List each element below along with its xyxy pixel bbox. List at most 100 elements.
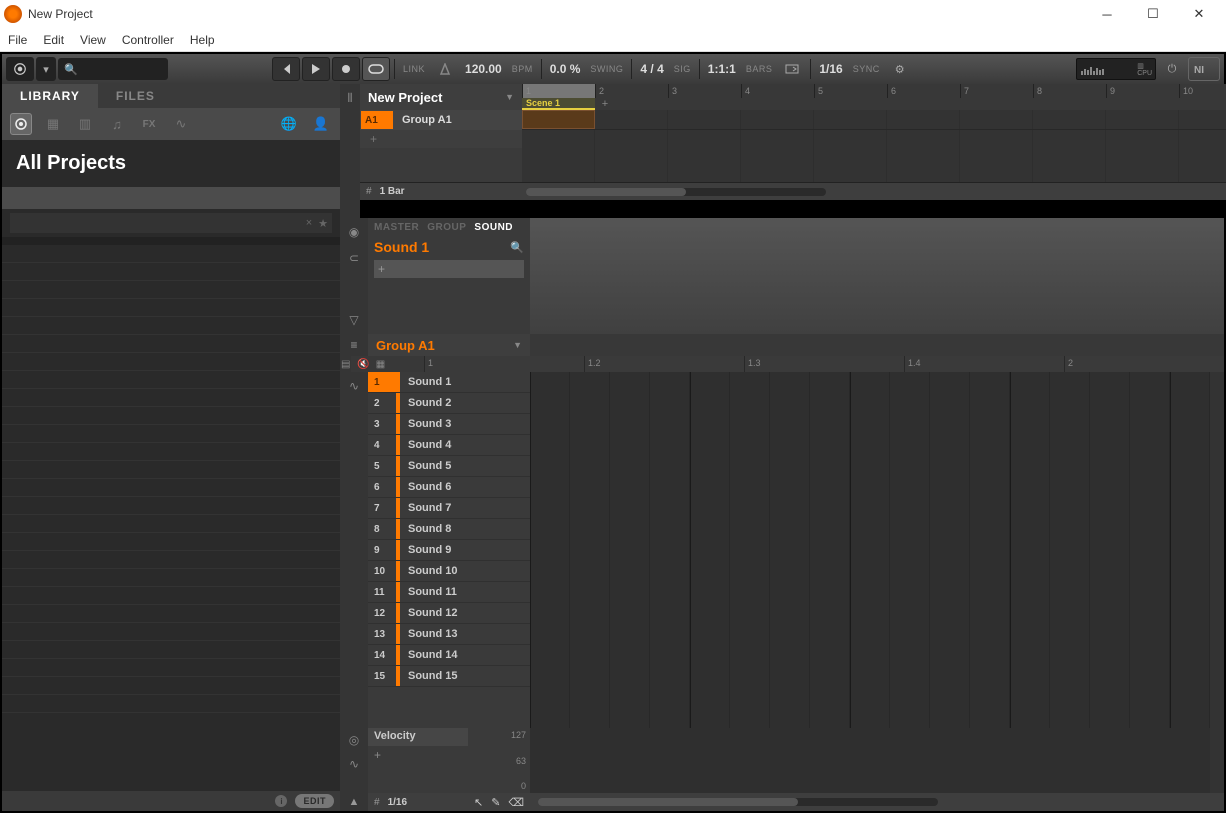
sound-row[interactable]: 14Sound 14 [368,645,530,666]
follow-button[interactable] [778,57,806,81]
pattern-grid-icon[interactable]: # [374,797,380,808]
sound-row[interactable]: 2Sound 2 [368,393,530,414]
mute-icon[interactable]: 🔇 [357,359,369,370]
add-plugin-button[interactable]: + [374,260,524,278]
plugin-power-icon[interactable]: ◉ [344,222,364,242]
tab-sound[interactable]: SOUND [474,222,513,233]
sound-row[interactable]: 10Sound 10 [368,561,530,582]
browser-projects-icon[interactable] [10,113,32,135]
menu-file[interactable]: File [8,33,27,47]
project-dropdown-icon[interactable]: ▼ [505,92,514,102]
menu-view[interactable]: View [80,33,106,47]
window-close-button[interactable]: ✕ [1176,0,1222,28]
info-button[interactable]: i [275,795,287,807]
pattern-view-pad-icon[interactable]: ▤ [340,356,351,372]
velocity-automation-icon[interactable]: ∿ [344,754,364,774]
tab-files[interactable]: FILES [98,84,173,108]
pad-view-icon[interactable]: ▦ [376,359,385,370]
browser-groups-icon[interactable]: ▦ [42,113,64,135]
menu-help[interactable]: Help [190,33,215,47]
record-button[interactable] [332,57,360,81]
plugin-collapse-icon[interactable]: ▽ [344,310,364,330]
browser-sounds-icon[interactable]: ▥ [74,113,96,135]
grid-value[interactable]: 1/16 [815,62,846,76]
loop-button[interactable] [362,57,390,81]
maschine-logo-button[interactable] [6,57,34,81]
arranger-zoom-scrollbar[interactable] [522,183,1226,200]
pattern-grid-value[interactable]: 1/16 [388,797,407,808]
pattern-grid[interactable] [530,372,1210,728]
add-modulation-button[interactable]: + [368,746,530,764]
bpm-value[interactable]: 120.00 [461,62,506,76]
sound-browse-icon[interactable]: 🔍 [510,241,524,254]
velocity-label[interactable]: Velocity [368,728,468,746]
grid-icon[interactable]: # [366,186,372,197]
sound-row[interactable]: 9Sound 9 [368,540,530,561]
dropdown-button[interactable]: ▾ [36,57,56,81]
metronome-button[interactable] [431,57,459,81]
tab-library[interactable]: LIBRARY [2,84,98,108]
sound-row[interactable]: 11Sound 11 [368,582,530,603]
clear-filter-icon[interactable]: × [306,217,312,229]
sound-row[interactable]: 4Sound 4 [368,435,530,456]
pattern-view-list-icon[interactable]: ≡ [340,334,368,356]
pattern-ruler[interactable]: 1 1.2 1.3 1.4 2 [424,356,1224,372]
browser-user-icon[interactable]: 👤 [310,113,332,135]
group-row-a1[interactable]: A1 Group A1 [360,110,522,130]
swing-value[interactable]: 0.0 % [546,62,585,76]
plugin-channel-icon[interactable]: ⊂ [344,248,364,268]
sound-row[interactable]: 6Sound 6 [368,477,530,498]
window-maximize-button[interactable]: ☐ [1130,0,1176,28]
sound-row[interactable]: 5Sound 5 [368,456,530,477]
tab-group[interactable]: GROUP [427,222,466,233]
edit-button[interactable]: EDIT [295,794,334,808]
pattern-group-header[interactable]: Group A1 ▼ [368,334,530,356]
arranger-view-icon[interactable]: ⫴ [340,88,360,108]
sound-row[interactable]: 3Sound 3 [368,414,530,435]
pointer-tool-icon[interactable]: ↖ [474,796,483,809]
sound-row[interactable]: 13Sound 13 [368,624,530,645]
browser-samples-icon[interactable]: ∿ [170,113,192,135]
velocity-target-icon[interactable]: ◎ [344,730,364,750]
add-scene-button[interactable]: + [595,98,615,110]
arranger-zoom-label[interactable]: 1 Bar [380,186,405,197]
ni-logo[interactable]: NI [1188,57,1220,81]
arranger-grid[interactable] [522,110,1226,182]
pattern-clip[interactable] [522,110,595,129]
add-group-button[interactable]: + [360,130,522,148]
settings-button[interactable]: ⚙ [886,57,914,81]
sound-row[interactable]: 1Sound 1 [368,372,530,393]
project-name-header[interactable]: New Project ▼ [360,84,522,110]
power-button[interactable]: ⏻ [1158,57,1186,81]
pattern-dropdown-icon[interactable]: ▼ [513,340,522,350]
menu-controller[interactable]: Controller [122,33,174,47]
favorite-filter-icon[interactable]: ★ [318,217,328,230]
play-button[interactable] [302,57,330,81]
browser-results-list[interactable] [2,237,340,791]
position-value[interactable]: 1:1:1 [704,62,740,76]
menu-edit[interactable]: Edit [43,33,64,47]
browser-fx-icon[interactable]: FX [138,113,160,135]
pattern-expand-icon[interactable]: ▲ [340,793,368,811]
browser-world-icon[interactable]: 🌐 [278,113,300,135]
sound-row[interactable]: 7Sound 7 [368,498,530,519]
link-label[interactable]: LINK [399,64,429,74]
window-minimize-button[interactable]: ─ [1084,0,1130,28]
browser-instruments-icon[interactable]: ♫ [106,113,128,135]
sig-value[interactable]: 4 / 4 [636,62,667,76]
waveform-icon[interactable]: ∿ [344,376,364,396]
sound-row[interactable]: 15Sound 15 [368,666,530,687]
pattern-vscrollbar[interactable] [1210,372,1224,728]
restart-button[interactable] [272,57,300,81]
pencil-tool-icon[interactable]: ✎ [491,796,500,809]
search-input[interactable]: 🔍 [58,58,168,80]
pattern-zoom-scrollbar[interactable] [530,793,1224,811]
velocity-grid[interactable] [530,728,1210,793]
sound-header[interactable]: Sound 1 🔍 [368,236,530,258]
arranger-ruler[interactable]: 1 2 3 4 5 6 7 8 9 10 [522,84,1226,110]
erase-tool-icon[interactable]: ⌫ [508,796,524,809]
sound-row[interactable]: 12Sound 12 [368,603,530,624]
tab-master[interactable]: MASTER [374,222,419,233]
sound-row[interactable]: 8Sound 8 [368,519,530,540]
browser-filter-bar[interactable]: ×★ [10,213,332,233]
